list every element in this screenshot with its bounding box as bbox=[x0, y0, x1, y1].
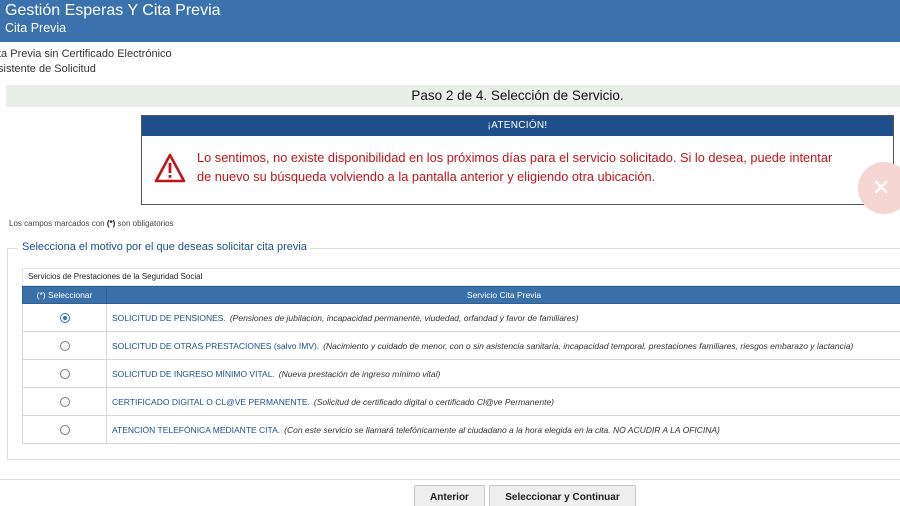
service-radio-otras-prestaciones[interactable] bbox=[59, 340, 70, 351]
app-subtitle: Cita Previa bbox=[5, 21, 67, 35]
close-alert-button[interactable]: ✕ bbox=[858, 162, 900, 214]
column-header-select: (*) Seleccionar bbox=[22, 286, 107, 304]
table-row[interactable]: SOLICITUD DE INGRESO MÍNIMO VITAL. (Nueva… bbox=[22, 359, 900, 388]
table-header-row: (*) Seleccionar Servicio Cita Previa bbox=[22, 286, 900, 304]
service-name: SOLICITUD DE INGRESO MÍNIMO VITAL. bbox=[112, 368, 275, 379]
service-name: CERTIFICADO DIGITAL O CL@VE PERMANENTE. bbox=[112, 396, 310, 407]
availability-alert: ¡ATENCIÓN! Lo sentimos, no existe dispon… bbox=[141, 115, 894, 205]
service-radio-certificado[interactable] bbox=[59, 396, 70, 407]
previous-button[interactable]: Anterior bbox=[414, 485, 485, 506]
mandatory-fields-note: Los campos marcados con (*) son obligato… bbox=[9, 219, 174, 228]
alert-heading: ¡ATENCIÓN! bbox=[142, 116, 893, 136]
service-note: (Solicitud de certificado digital o cert… bbox=[313, 396, 555, 407]
mandatory-marker: (*) bbox=[106, 219, 116, 228]
service-group-title: Servicios de Prestaciones de la Segurida… bbox=[22, 268, 900, 286]
close-icon: ✕ bbox=[872, 175, 891, 200]
service-radio-atencion-telefonica[interactable] bbox=[59, 424, 70, 435]
app-title: Gestión Esperas Y Cita Previa bbox=[5, 2, 221, 19]
step-label: Paso 2 de 4. Selección de Servicio. bbox=[411, 88, 624, 103]
breadcrumb-item[interactable]: sistente de Solicitud bbox=[0, 62, 96, 76]
breadcrumb-item[interactable]: ta Previa sin Certificado Electrónico bbox=[0, 47, 172, 61]
alert-message: Lo sentimos, no existe disponibilidad en… bbox=[197, 150, 833, 184]
service-note: (Con este servicio se llamará telefónica… bbox=[284, 424, 720, 435]
warning-triangle-icon bbox=[154, 153, 186, 183]
divider bbox=[0, 479, 900, 480]
service-note: (Pensiones de jubilacion, incapacidad pe… bbox=[229, 312, 579, 323]
table-row[interactable]: SOLICITUD DE OTRAS PRESTACIONES (salvo I… bbox=[22, 331, 900, 360]
services-table: (*) Seleccionar Servicio Cita Previa SOL… bbox=[22, 286, 900, 444]
service-note: (Nueva prestación de ingreso mínimo vita… bbox=[278, 368, 441, 379]
table-row[interactable]: ATENCIÓN TELEFÓNICA MEDIANTE CITA. (Con e… bbox=[22, 415, 900, 444]
app-header: Gestión Esperas Y Cita Previa Cita Previ… bbox=[0, 0, 900, 42]
service-radio-pensiones[interactable] bbox=[59, 312, 70, 323]
service-name: SOLICITUD DE PENSIONES. bbox=[112, 312, 226, 323]
step-indicator: Paso 2 de 4. Selección de Servicio. bbox=[6, 85, 900, 107]
column-header-service: Servicio Cita Previa bbox=[106, 286, 900, 304]
fieldset-legend: Selecciona el motivo por el que deseas s… bbox=[18, 241, 311, 253]
table-row[interactable]: CERTIFICADO DIGITAL O CL@VE PERMANENTE.(… bbox=[22, 387, 900, 416]
table-row[interactable]: SOLICITUD DE PENSIONES. (Pensiones de jub… bbox=[22, 303, 900, 332]
service-radio-ingreso-minimo[interactable] bbox=[59, 368, 70, 379]
service-note: (Nacimiento y cuidado de menor, con o si… bbox=[323, 340, 854, 351]
service-name: SOLICITUD DE OTRAS PRESTACIONES (salvo I… bbox=[112, 340, 320, 351]
select-continue-button[interactable]: Seleccionar y Continuar bbox=[489, 485, 636, 506]
service-name: ATENCIÓN TELEFÓNICA MEDIANTE CITA. bbox=[112, 424, 281, 435]
